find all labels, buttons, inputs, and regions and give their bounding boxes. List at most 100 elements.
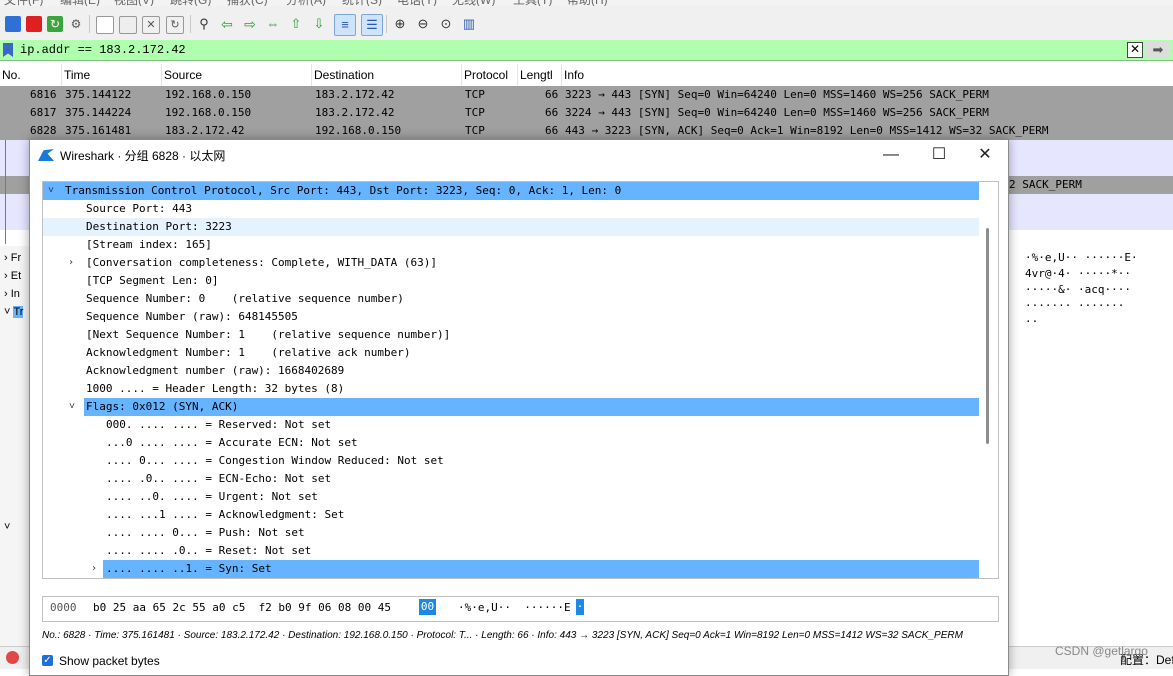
tree-item[interactable]: .... .... 0... = Push: Not set: [43, 524, 979, 542]
go-forward-icon[interactable]: ⇨: [242, 16, 258, 32]
hex-ascii[interactable]: ·%·e,U·· ······E: [458, 601, 571, 614]
tree-item-frame[interactable]: › Fr: [4, 252, 21, 264]
dialog-titlebar[interactable]: Wireshark · 分组 6828 · 以太网 — ☐ ✕: [30, 140, 1008, 170]
tree-item[interactable]: › [Conversation completeness: Complete, …: [43, 254, 979, 272]
open-file-icon[interactable]: [96, 16, 114, 34]
tree-item[interactable]: ...0 .... .... = Accurate ECN: Not set: [43, 434, 979, 452]
chevron-right-icon[interactable]: ›: [88, 560, 100, 578]
tree-item[interactable]: .... .... .0.. = Reset: Not set: [43, 542, 979, 560]
shark-fin-icon[interactable]: [5, 16, 21, 32]
resize-columns-icon[interactable]: ▥: [461, 16, 477, 32]
chevron-right-icon[interactable]: ›: [65, 254, 77, 272]
tree-item-label: Source Port: 443: [86, 202, 192, 215]
tree-item-label: .... .... 0... = Push: Not set: [106, 526, 305, 539]
packet-time: 375.161481: [65, 124, 132, 137]
go-last-icon[interactable]: ⇩: [311, 16, 327, 32]
hex-ascii-line: ·%·e,U·· ······E·: [1025, 251, 1138, 264]
chevron-down-icon[interactable]: ˅: [66, 398, 78, 416]
packet-no: 6816: [30, 88, 57, 101]
minimize-button[interactable]: —: [880, 144, 902, 166]
watermark: CSDN @getlargo: [1055, 644, 1148, 658]
go-back-icon[interactable]: ⇦: [219, 16, 235, 32]
hex-bytes[interactable]: b0 25 aa 65 2c 55 a0 c5 f2 b0 9f 06 08 0…: [93, 601, 391, 614]
tree-item-label: Flags: 0x012 (SYN, ACK): [86, 400, 239, 413]
column-header-source[interactable]: Source: [162, 64, 312, 86]
tree-item[interactable]: 000. .... .... = Reserved: Not set: [43, 416, 979, 434]
column-header-no[interactable]: No.: [0, 64, 62, 86]
close-button[interactable]: ✕: [974, 144, 996, 166]
tree-item[interactable]: [Stream index: 165]: [43, 236, 979, 254]
display-filter-input[interactable]: ip.addr == 183.2.172.42: [20, 41, 1120, 59]
go-first-icon[interactable]: ⇧: [288, 16, 304, 32]
tree-item[interactable]: .... ...1 .... = Acknowledgment: Set: [43, 506, 979, 524]
expert-info-icon[interactable]: [6, 651, 19, 664]
chevron-down-icon[interactable]: ˅: [45, 182, 57, 200]
tree-item[interactable]: .... 0... .... = Congestion Window Reduc…: [43, 452, 979, 470]
packet-bytes-pane: 0000 b0 25 aa 65 2c 55 a0 c5 f2 b0 9f 06…: [42, 596, 999, 622]
zoom-in-icon[interactable]: ⊕: [392, 16, 408, 32]
hex-ascii-selected[interactable]: ·: [576, 599, 584, 615]
tree-item[interactable]: › .... .... ..1. = Syn: Set: [91, 560, 979, 578]
tree-item[interactable]: Acknowledgment Number: 1 (relative ack n…: [43, 344, 979, 362]
column-header-protocol[interactable]: Protocol: [462, 64, 518, 86]
packet-bytes-pane: ·%·e,U·· ······E· 4vr@·4· ·····*·· ·····…: [1025, 250, 1173, 330]
dialog-title: Wireshark · 分组 6828 · 以太网: [60, 149, 226, 163]
close-file-icon[interactable]: ✕: [142, 16, 160, 34]
tree-item[interactable]: Source Port: 443: [43, 200, 979, 218]
packet-info: 3223 → 443 [SYN] Seq=0 Win=64240 Len=0 M…: [565, 88, 989, 101]
checkbox-checked-icon[interactable]: ✓: [42, 655, 53, 666]
apply-filter-icon[interactable]: ➡: [1146, 42, 1170, 58]
chevron-down-icon[interactable]: ˅: [4, 521, 10, 533]
packet-row[interactable]: 6817 375.144224 192.168.0.150 183.2.172.…: [0, 104, 1173, 122]
column-header-length[interactable]: Lengtl: [518, 64, 562, 86]
column-header-destination[interactable]: Destination: [312, 64, 462, 86]
vertical-scrollbar[interactable]: [986, 228, 989, 444]
hex-selected-byte[interactable]: 00: [419, 599, 436, 615]
tree-item-ethernet[interactable]: › Et: [4, 270, 21, 282]
packet-dialog: Wireshark · 分组 6828 · 以太网 — ☐ ✕ ˅ Transm…: [29, 139, 1009, 676]
tree-item[interactable]: ˅ Transmission Control Protocol, Src Por…: [43, 182, 979, 200]
restart-capture-icon[interactable]: ↻: [47, 16, 63, 32]
zoom-out-icon[interactable]: ⊖: [415, 16, 431, 32]
tree-item-label: Acknowledgment Number: 1 (relative ack n…: [86, 346, 411, 359]
reload-file-icon[interactable]: ↻: [166, 16, 184, 34]
colorize-icon[interactable]: ☰: [361, 14, 383, 36]
zoom-reset-icon[interactable]: ⊙: [438, 16, 454, 32]
maximize-button[interactable]: ☐: [928, 144, 950, 166]
tree-item[interactable]: .... ..0. .... = Urgent: Not set: [43, 488, 979, 506]
packet-no: 6828: [30, 124, 57, 137]
auto-scroll-icon[interactable]: ≡: [334, 14, 356, 36]
bookmark-filter-icon[interactable]: [3, 43, 13, 57]
stop-capture-icon[interactable]: [26, 16, 42, 32]
save-file-icon[interactable]: [119, 16, 137, 34]
packet-details-tree: ˅ Transmission Control Protocol, Src Por…: [42, 181, 999, 579]
tree-item[interactable]: Sequence Number: 0 (relative sequence nu…: [43, 290, 979, 308]
tree-item[interactable]: [TCP Segment Len: 0]: [43, 272, 979, 290]
tree-item[interactable]: Sequence Number (raw): 648145505: [43, 308, 979, 326]
tree-item[interactable]: Acknowledgment number (raw): 1668402689: [43, 362, 979, 380]
column-header-info[interactable]: Info: [562, 64, 1173, 86]
find-packet-icon[interactable]: ⚲: [196, 16, 212, 32]
tree-item-tcp[interactable]: ˅ Tr: [4, 306, 24, 318]
tree-item[interactable]: ˅ Flags: 0x012 (SYN, ACK): [69, 398, 979, 416]
tree-item[interactable]: .... .0.. .... = ECN-Echo: Not set: [43, 470, 979, 488]
clear-filter-icon[interactable]: ✕: [1127, 42, 1143, 58]
tree-item[interactable]: Destination Port: 3223: [43, 218, 979, 236]
packet-source: 183.2.172.42: [165, 124, 245, 137]
packet-protocol: TCP: [465, 88, 485, 101]
tree-item-ip[interactable]: › In: [4, 288, 20, 300]
packet-destination: 183.2.172.42: [315, 88, 395, 101]
main-toolbar: ↻ ⚙ ✕ ↻ ⚲ ⇦ ⇨ ⇔ ⇧ ⇩ ≡ ☰ ⊕ ⊖ ⊙ ▥: [0, 6, 1173, 41]
hex-ascii-line: ······· ·······: [1025, 299, 1125, 312]
tree-item-label: .... .0.. .... = ECN-Echo: Not set: [106, 472, 332, 485]
tree-item[interactable]: 1000 .... = Header Length: 32 bytes (8): [43, 380, 979, 398]
go-to-packet-icon[interactable]: ⇔: [265, 16, 281, 32]
tree-item[interactable]: [Next Sequence Number: 1 (relative seque…: [43, 326, 979, 344]
packet-source: 192.168.0.150: [165, 88, 252, 101]
toolbar-separator: [386, 15, 387, 33]
packet-row[interactable]: 6816 375.144122 192.168.0.150 183.2.172.…: [0, 86, 1173, 104]
packet-info: 443 → 3223 [SYN, ACK] Seq=0 Ack=1 Win=81…: [565, 124, 1049, 137]
column-header-time[interactable]: Time: [62, 64, 162, 86]
packet-row[interactable]: 6828 375.161481 183.2.172.42 192.168.0.1…: [0, 122, 1173, 140]
capture-options-icon[interactable]: ⚙: [68, 16, 84, 32]
